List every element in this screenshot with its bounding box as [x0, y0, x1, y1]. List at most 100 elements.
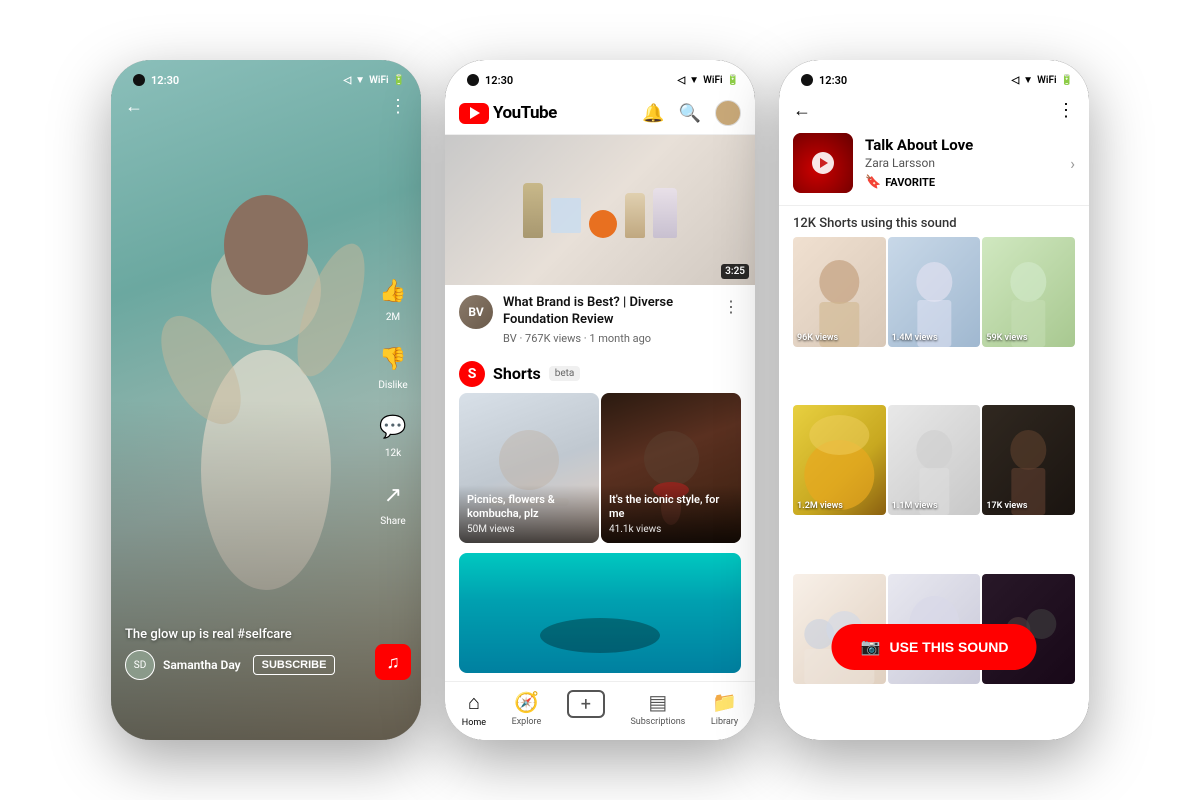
phone-3: 12:30 ◁ ▼ WiFi 🔋 ← ⋮ Talk About Love	[779, 60, 1089, 740]
video-title[interactable]: What Brand is Best? | Diverse Foundation…	[503, 295, 711, 329]
more-button-1[interactable]: ⋮	[389, 96, 407, 117]
orange-shape	[589, 210, 617, 238]
bottle-shape	[523, 183, 543, 238]
short-card-1[interactable]: Picnics, flowers & kombucha, plz 50M vie…	[459, 393, 599, 543]
shorts-label: Shorts	[493, 364, 541, 383]
video-meta: BV What Brand is Best? | Diverse Foundat…	[445, 285, 755, 353]
camera-icon: 📷	[859, 636, 881, 658]
shorts-actions: 👍 2M 👎 Dislike 💬 12k ↗ Share	[375, 273, 411, 527]
artist-name: Zara Larsson	[865, 156, 1058, 170]
chevron-right-icon: ›	[1070, 154, 1075, 173]
video-2-views: 1.4M views	[892, 333, 938, 343]
video-6-views: 17K views	[986, 501, 1027, 511]
sound-header: ← ⋮	[779, 92, 1089, 127]
notification-icon[interactable]: 🔔	[642, 103, 664, 124]
sound-video-3[interactable]: 59K views	[982, 237, 1075, 347]
like-button[interactable]: 👍 2M	[375, 273, 411, 323]
video-duration: 3:25	[721, 264, 749, 279]
channel-thumb: BV	[459, 295, 493, 329]
music-button[interactable]: ♫	[375, 644, 411, 680]
swim-thumbnail[interactable]	[459, 553, 741, 673]
yt-logo-text: YouTube	[493, 103, 557, 123]
subscriptions-label: Subscriptions	[630, 717, 685, 727]
dislike-icon: 👎	[375, 341, 411, 377]
nav-home[interactable]: ⌂ Home	[462, 690, 486, 728]
sound-details: Talk About Love Zara Larsson 🔖 FAVORITE	[865, 136, 1058, 190]
header-icons: 🔔 🔍	[642, 100, 741, 126]
glass-shape	[551, 198, 581, 233]
shorts-beta-badge: beta	[549, 366, 581, 381]
more-button-3[interactable]: ⋮	[1057, 100, 1075, 121]
dislike-label: Dislike	[378, 380, 407, 391]
video-3-views: 59K views	[986, 333, 1027, 343]
song-title: Talk About Love	[865, 136, 1058, 154]
person-head-1	[499, 430, 559, 490]
add-icon: +	[567, 690, 605, 718]
like-count: 2M	[386, 312, 400, 323]
sound-video-6[interactable]: 17K views	[982, 405, 1075, 515]
video-thumbnail[interactable]: 3:25	[445, 135, 755, 285]
nav-add[interactable]: +	[567, 690, 605, 728]
play-button[interactable]	[812, 152, 834, 174]
share-icon: ↗	[375, 477, 411, 513]
sound-video-5[interactable]: 1.1M views	[888, 405, 981, 515]
home-icon: ⌂	[468, 690, 480, 715]
video-5-views: 1.1M views	[892, 501, 938, 511]
subscriptions-icon: ▤	[648, 690, 667, 714]
thumb-bg	[445, 135, 755, 285]
status-icons-1: ◁ ▼ WiFi 🔋	[343, 75, 405, 86]
phone-camera-1	[133, 74, 145, 86]
channel-avatar: SD	[125, 650, 155, 680]
person-head-2	[644, 431, 699, 486]
back-button-3[interactable]: ←	[793, 100, 811, 121]
sound-video-1[interactable]: 96K views	[793, 237, 886, 347]
dislike-button[interactable]: 👎 Dislike	[375, 341, 411, 391]
nav-subscriptions[interactable]: ▤ Subscriptions	[630, 690, 685, 728]
bottle3-shape	[653, 188, 677, 238]
video-1-views: 96K views	[797, 333, 838, 343]
nav-library[interactable]: 📁 Library	[711, 690, 738, 728]
youtube-header: YouTube 🔔 🔍	[445, 92, 755, 135]
swimmer-shape	[540, 618, 660, 653]
channel-name: Samantha Day	[163, 658, 241, 672]
explore-label: Explore	[512, 717, 542, 727]
short-card-2-overlay: It's the iconic style, for me 41.1k view…	[601, 485, 741, 543]
time-2: 12:30	[485, 74, 513, 87]
bottle2-shape	[625, 193, 645, 238]
phone-2: 12:30 ◁ ▼ WiFi 🔋 YouTube 🔔 🔍	[445, 60, 755, 740]
status-bar-2: 12:30 ◁ ▼ WiFi 🔋	[445, 60, 755, 92]
search-icon[interactable]: 🔍	[679, 103, 701, 124]
sound-video-4[interactable]: 1.2M views	[793, 405, 886, 515]
shorts-header: S Shorts beta	[445, 353, 755, 393]
bookmark-icon: 🔖	[865, 175, 881, 190]
sound-count: 12K Shorts using this sound	[779, 206, 1089, 237]
use-this-sound-button[interactable]: 📷 USE THIS SOUND	[831, 624, 1036, 670]
status-bar-3: 12:30 ◁ ▼ WiFi 🔋	[779, 60, 1089, 92]
video-caption: The glow up is real #selfcare	[125, 627, 361, 642]
nav-explore[interactable]: 🧭 Explore	[512, 690, 542, 728]
short-card-2[interactable]: It's the iconic style, for me 41.1k view…	[601, 393, 741, 543]
phone-camera-2	[467, 74, 479, 86]
favorite-button[interactable]: 🔖 FAVORITE	[865, 175, 1058, 190]
time-1: 12:30	[151, 74, 179, 87]
user-avatar[interactable]	[715, 100, 741, 126]
subscribe-button[interactable]: SUBSCRIBE	[253, 655, 336, 675]
short2-views: 41.1k views	[609, 524, 733, 535]
shorts-bottom: The glow up is real #selfcare SD Samanth…	[125, 627, 361, 680]
phone-camera-3	[801, 74, 813, 86]
swim-bg	[459, 553, 741, 673]
share-label: Share	[380, 516, 405, 527]
explore-icon: 🧭	[514, 690, 539, 714]
short1-views: 50M views	[467, 524, 591, 535]
comment-button[interactable]: 💬 12k	[375, 409, 411, 459]
play-triangle	[820, 158, 828, 168]
use-sound-label: USE THIS SOUND	[889, 639, 1008, 655]
back-button-1[interactable]: ←	[125, 96, 143, 117]
share-button[interactable]: ↗ Share	[375, 477, 411, 527]
bottom-nav: ⌂ Home 🧭 Explore + ▤ Subscriptions 📁 Lib…	[445, 681, 755, 740]
video-more-icon[interactable]: ⋮	[721, 295, 741, 345]
sound-thumbnail	[793, 133, 853, 193]
shorts-grid: Picnics, flowers & kombucha, plz 50M vie…	[445, 393, 755, 543]
sound-video-2[interactable]: 1.4M views	[888, 237, 981, 347]
library-label: Library	[711, 717, 738, 727]
